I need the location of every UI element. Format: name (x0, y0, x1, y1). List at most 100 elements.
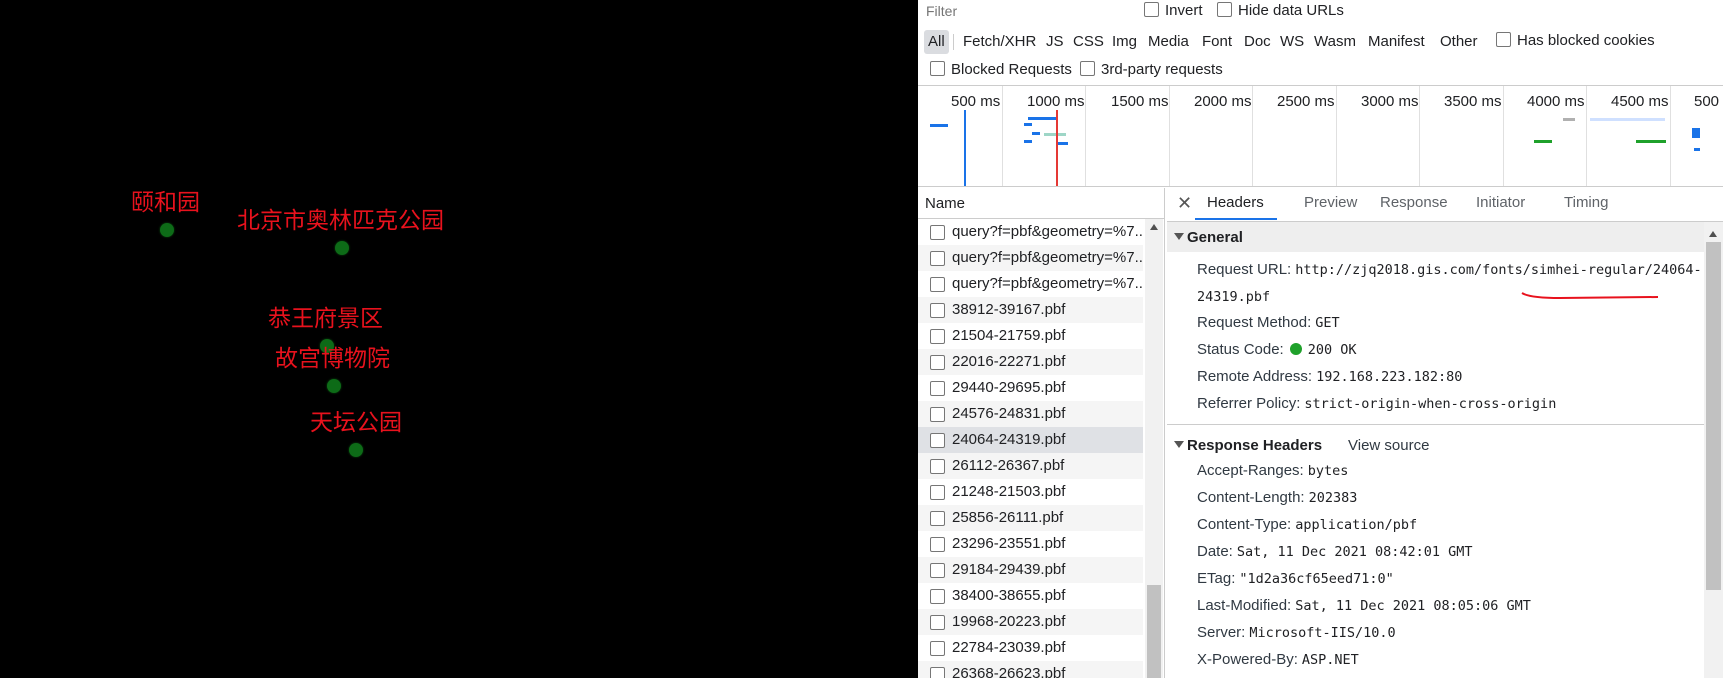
request-row[interactable]: query?f=pbf&geometry=%7... (918, 245, 1143, 271)
tab-preview[interactable]: Preview (1304, 194, 1357, 211)
timeline-label: 2000 ms (1194, 93, 1252, 110)
request-row[interactable]: query?f=pbf&geometry=%7... (918, 271, 1143, 297)
request-checkbox[interactable] (930, 511, 945, 526)
request-name: 26112-26367.pbf (952, 457, 1065, 474)
poi-label: 天坛公园 (310, 410, 402, 436)
map-canvas[interactable]: 颐和园 北京市奥林匹克公园 恭王府景区 故宫博物院 天坛公园 (0, 0, 918, 678)
type-font[interactable]: Font (1198, 30, 1236, 54)
invert-checkbox[interactable] (1144, 2, 1159, 17)
hide-data-urls-checkbox[interactable] (1217, 2, 1232, 17)
request-row[interactable]: 38912-39167.pbf (918, 297, 1143, 323)
request-row[interactable]: 21504-21759.pbf (918, 323, 1143, 349)
type-manifest[interactable]: Manifest (1364, 30, 1429, 54)
close-icon[interactable]: ✕ (1177, 193, 1192, 214)
tab-response[interactable]: Response (1380, 194, 1448, 211)
type-fetch-xhr[interactable]: Fetch/XHR (959, 30, 1040, 54)
scroll-up-arrow-icon[interactable] (1709, 231, 1717, 237)
network-timeline-overview[interactable]: 500 ms 1000 ms 1500 ms 2000 ms 2500 ms 3… (918, 85, 1723, 187)
request-row[interactable]: 29184-29439.pbf (918, 557, 1143, 583)
general-section-header[interactable]: General (1167, 222, 1704, 252)
header-value: GET (1315, 315, 1340, 331)
request-row[interactable]: 22784-23039.pbf (918, 635, 1143, 661)
header-key: Content-Length: (1197, 489, 1305, 506)
request-checkbox[interactable] (930, 563, 945, 578)
request-name: 21248-21503.pbf (952, 483, 1066, 500)
timeline-gridline (1419, 86, 1420, 186)
request-row[interactable]: 29440-29695.pbf (918, 375, 1143, 401)
request-checkbox[interactable] (930, 641, 945, 656)
request-row[interactable]: 23296-23551.pbf (918, 531, 1143, 557)
scrollbar-thumb[interactable] (1147, 585, 1161, 678)
type-img[interactable]: Img (1108, 30, 1141, 54)
request-method-row: Request Method: GET (1197, 314, 1340, 331)
request-checkbox[interactable] (930, 589, 945, 604)
request-checkbox[interactable] (930, 433, 945, 448)
view-source-link[interactable]: View source (1348, 437, 1429, 454)
request-row[interactable]: 22016-22271.pbf (918, 349, 1143, 375)
type-other[interactable]: Other (1436, 30, 1482, 54)
request-checkbox[interactable] (930, 537, 945, 552)
type-ws[interactable]: WS (1276, 30, 1308, 54)
request-checkbox[interactable] (930, 251, 945, 266)
request-checkbox[interactable] (930, 459, 945, 474)
request-row[interactable]: 21248-21503.pbf (918, 479, 1143, 505)
request-name: 24064-24319.pbf (952, 431, 1066, 448)
tab-timing[interactable]: Timing (1564, 194, 1608, 211)
filter-input[interactable] (924, 0, 1133, 22)
type-all[interactable]: All (924, 30, 949, 54)
header-key: ETag: (1197, 570, 1236, 587)
request-row[interactable]: 26112-26367.pbf (918, 453, 1143, 479)
type-doc[interactable]: Doc (1240, 30, 1275, 54)
invert-option[interactable]: Invert (1144, 2, 1203, 19)
timeline-label: 3500 ms (1444, 93, 1502, 110)
headers-panel: General Request URL: http://zjq2018.gis.c… (1167, 222, 1723, 678)
request-row-selected[interactable]: 24064-24319.pbf (918, 427, 1143, 453)
type-wasm[interactable]: Wasm (1310, 30, 1360, 54)
request-checkbox[interactable] (930, 615, 945, 630)
request-checkbox[interactable] (930, 329, 945, 344)
request-checkbox[interactable] (930, 407, 945, 422)
request-row[interactable]: 24576-24831.pbf (918, 401, 1143, 427)
poi-marker[interactable] (327, 379, 341, 393)
request-row[interactable]: query?f=pbf&geometry=%7... (918, 219, 1143, 245)
tab-initiator[interactable]: Initiator (1476, 194, 1525, 211)
type-css[interactable]: CSS (1069, 30, 1108, 54)
blocked-requests-checkbox[interactable] (930, 61, 945, 76)
request-checkbox[interactable] (930, 485, 945, 500)
timeline-request-bar (1028, 117, 1058, 120)
timeline-request-bar (1563, 118, 1575, 121)
request-row[interactable]: 38400-38655.pbf (918, 583, 1143, 609)
name-column-header[interactable]: Name (918, 188, 1165, 219)
details-scrollbar[interactable] (1704, 222, 1723, 678)
response-headers-section-header[interactable]: Response Headers View source (1167, 430, 1704, 460)
request-row[interactable]: 19968-20223.pbf (918, 609, 1143, 635)
poi-marker[interactable] (335, 241, 349, 255)
poi-marker[interactable] (349, 443, 363, 457)
has-blocked-cookies-option[interactable]: Has blocked cookies (1496, 32, 1655, 49)
request-checkbox[interactable] (930, 277, 945, 292)
request-checkbox[interactable] (930, 667, 945, 678)
request-checkbox[interactable] (930, 381, 945, 396)
third-party-option[interactable]: 3rd-party requests (1080, 61, 1223, 78)
request-checkbox[interactable] (930, 303, 945, 318)
scroll-up-arrow-icon[interactable] (1150, 224, 1158, 230)
request-list-scrollbar[interactable] (1145, 219, 1163, 678)
request-checkbox[interactable] (930, 225, 945, 240)
has-blocked-cookies-checkbox[interactable] (1496, 32, 1511, 47)
tab-headers[interactable]: Headers (1207, 194, 1264, 211)
response-header-row: ETag: "1d2a36cf65eed71:0" (1197, 570, 1394, 587)
type-media[interactable]: Media (1144, 30, 1193, 54)
hide-data-urls-option[interactable]: Hide data URLs (1217, 2, 1344, 19)
third-party-checkbox[interactable] (1080, 61, 1095, 76)
poi-marker[interactable] (160, 223, 174, 237)
type-js[interactable]: JS (1042, 30, 1068, 54)
request-name: 26368-26623.pbf (952, 665, 1066, 678)
response-header-row: Content-Type: application/pbf (1197, 516, 1417, 533)
scrollbar-thumb[interactable] (1706, 242, 1721, 590)
response-header-row: Server: Microsoft-IIS/10.0 (1197, 624, 1396, 641)
blocked-requests-option[interactable]: Blocked Requests (930, 61, 1072, 78)
request-row[interactable]: 26368-26623.pbf (918, 661, 1143, 678)
header-key: Content-Type: (1197, 516, 1292, 533)
request-checkbox[interactable] (930, 355, 945, 370)
request-row[interactable]: 25856-26111.pbf (918, 505, 1143, 531)
